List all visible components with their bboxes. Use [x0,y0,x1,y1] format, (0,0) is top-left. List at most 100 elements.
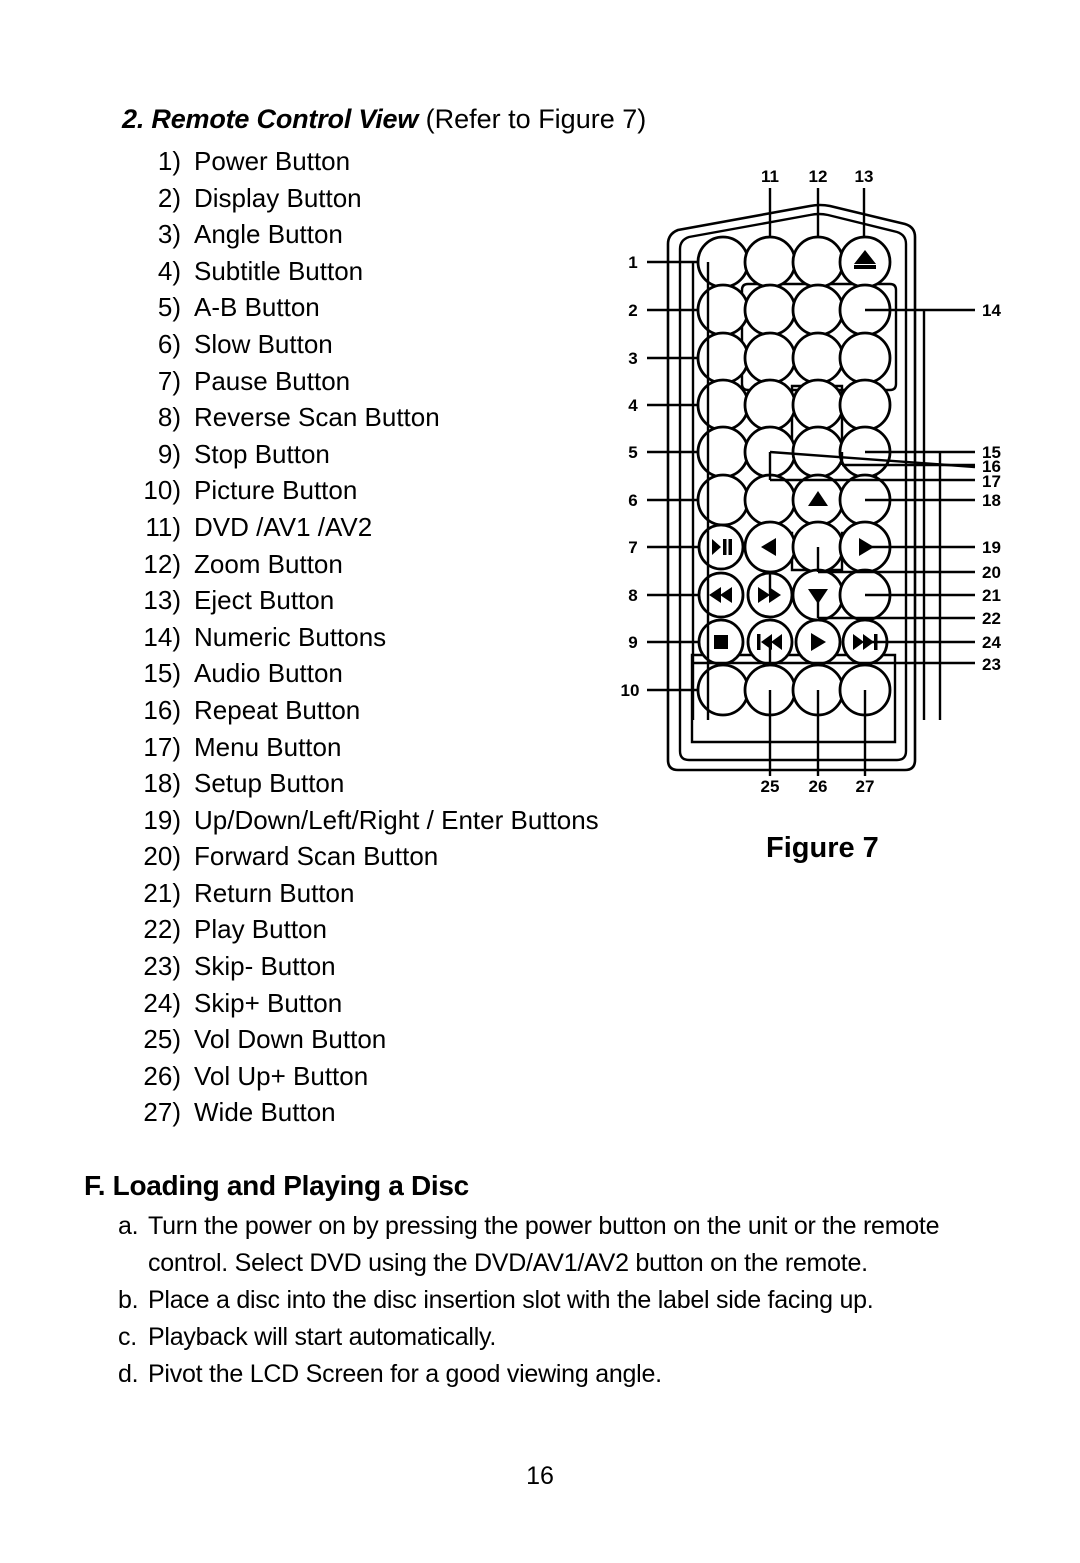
svg-text:26: 26 [809,777,828,796]
callout-numbers-right: 14 15 16 17 18 19 20 21 22 24 23 [982,301,1001,674]
list-item-number: 10) [143,475,181,506]
svg-text:24: 24 [982,633,1001,652]
remote-control-list: 1) Power Button 2) Display Button 3) Angle Bu… [130,143,650,1131]
list-item: 23) Skip- Button [130,948,650,985]
list-item: 13) Eject Button [130,582,650,619]
picture-button[interactable] [696,663,750,717]
list-item: 1) Power Button [130,143,650,180]
list-item: 17) Menu Button [130,729,650,766]
dvd-av-button[interactable] [743,235,797,289]
numeric-button[interactable] [791,425,845,479]
list-item-number: 26) [143,1060,181,1091]
list-item: 21) Return Button [130,875,650,912]
numeric-button[interactable] [791,283,845,337]
page-number: 16 [526,1462,554,1490]
list-item: 16) Repeat Button [130,692,650,729]
section-f-heading: F. Loading and Playing a Disc [84,1170,469,1201]
svg-text:20: 20 [982,563,1001,582]
step-marker: d. [118,1360,139,1388]
stop-icon [714,635,728,649]
list-item: 14) Numeric Buttons [130,619,650,656]
list-item-label: A-B Button [194,292,320,323]
list-item-number: 12) [143,548,181,579]
figure-caption: Figure 7 [766,832,879,864]
svg-text:12: 12 [809,167,828,186]
remote-row-7 [697,520,892,574]
menu-button[interactable] [743,473,797,527]
list-item-number: 2) [157,182,181,213]
slow-button[interactable] [696,473,750,527]
list-item-label: Display Button [194,182,362,213]
step-marker: c. [118,1323,137,1351]
callout-numbers-top: 11 12 13 [761,167,873,186]
list-item-number: 1) [157,146,181,176]
numeric-button[interactable] [838,331,892,385]
list-item-number: 15) [143,658,181,689]
numeric-button[interactable] [791,378,845,432]
list-item: 18) Setup Button [130,765,650,802]
list-item: 12) Zoom Button [130,546,650,583]
step-marker: b. [118,1286,139,1314]
svg-text:10: 10 [621,681,640,700]
numeric-button[interactable] [743,378,797,432]
step-text: Playback will start automatically. [148,1323,497,1351]
power-button[interactable] [696,235,750,289]
list-item: 6) Slow Button [130,326,650,363]
remote-row-6 [696,473,892,527]
list-item: 11) DVD /AV1 /AV2 [130,509,650,546]
list-item-number: 21) [143,877,181,908]
callout-numbers-bottom: 25 26 27 [761,777,875,796]
zoom-button[interactable] [791,235,845,289]
list-item: 19) Up/Down/Left/Right / Enter Buttons [130,802,650,839]
list-item-label: Eject Button [194,585,335,616]
list-item-number: 25) [143,1024,181,1055]
loading-steps-list: a. Turn the power on by pressing the powe… [118,1208,1018,1393]
numeric-button[interactable] [743,283,797,337]
remote-control-figure: .ln { stroke:#000; stroke-width:2.6; fil… [620,160,1020,800]
page-title-bold: 2. Remote Control View [122,104,419,134]
svg-text:5: 5 [628,443,637,462]
svg-text:27: 27 [856,777,875,796]
list-item: 4) Subtitle Button [130,253,650,290]
numeric-button[interactable] [743,331,797,385]
list-item: 27) Wide Button [130,1094,650,1131]
list-item-label: Power Button [194,146,351,176]
step-marker: a. [118,1212,139,1240]
angle-button[interactable] [696,331,750,385]
list-item: 20) Forward Scan Button [130,838,650,875]
ab-button[interactable] [696,425,750,479]
remote-row-2 [696,283,892,337]
svg-text:4: 4 [628,396,638,415]
svg-text:3: 3 [628,349,637,368]
remote-row-8 [697,568,892,622]
list-item-label: Setup Button [194,768,345,799]
page-title-plain: (Refer to Figure 7) [418,104,647,134]
list-item: 26) Vol Up+ Button [130,1058,650,1095]
remote-row-10 [696,663,892,717]
svg-text:17: 17 [982,472,1001,491]
remote-row-5 [696,425,892,479]
numeric-button[interactable] [838,378,892,432]
subtitle-button[interactable] [696,378,750,432]
list-item-number: 22) [143,914,181,945]
list-item-label: Angle Button [194,219,343,250]
list-item-label: Skip- Button [194,951,336,982]
step-text: Pivot the LCD Screen for a good viewing … [148,1360,662,1388]
page-title: 2. Remote Control View (Refer to Figure … [122,102,646,136]
svg-text:21: 21 [982,586,1001,605]
svg-text:13: 13 [855,167,874,186]
display-button[interactable] [696,283,750,337]
list-item-label: Zoom Button [194,548,343,579]
list-item-number: 7) [157,365,181,396]
list-item-number: 18) [143,768,181,799]
numeric-button[interactable] [791,331,845,385]
svg-text:23: 23 [982,655,1001,674]
remote-row-4 [696,378,892,432]
list-item-label: Slow Button [194,328,333,359]
list-item-label: Forward Scan Button [194,841,439,872]
svg-text:7: 7 [628,538,637,557]
callout-numbers-left: 1 2 3 4 5 6 7 8 9 10 [621,253,640,700]
svg-text:22: 22 [982,609,1001,628]
list-item-number: 20) [143,841,181,872]
list-item-number: 9) [157,438,181,469]
